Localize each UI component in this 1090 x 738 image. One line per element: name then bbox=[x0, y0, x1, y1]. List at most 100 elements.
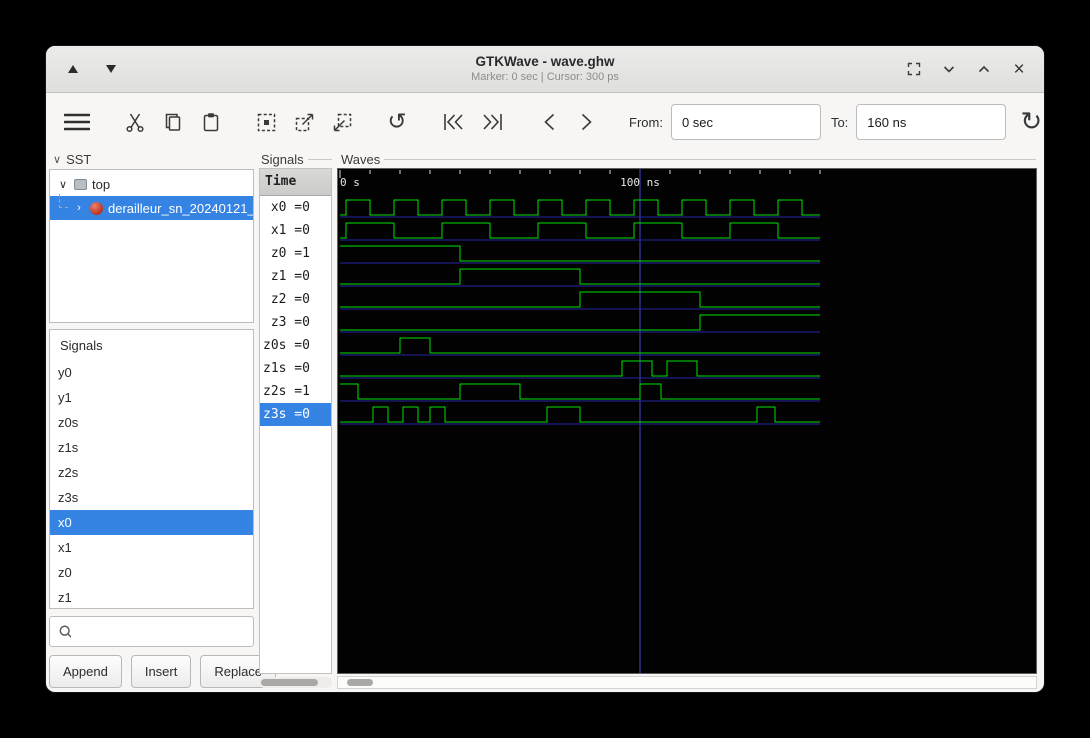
next-edge-button[interactable] bbox=[572, 105, 602, 139]
wave-trace-z2 bbox=[340, 291, 820, 308]
names-rows[interactable]: x0 =0 x1 =0 z0 =1 z1 =0 z2 =0 z3 =0 z0s =… bbox=[260, 196, 331, 426]
signal-list-item-z1[interactable]: z1 bbox=[50, 585, 253, 608]
close-button[interactable]: × bbox=[1010, 58, 1028, 80]
wave-scrollbar-thumb[interactable] bbox=[347, 679, 373, 686]
names-scrollbar[interactable] bbox=[259, 677, 332, 688]
wave-trace-z2s bbox=[340, 383, 820, 400]
wave-panel[interactable]: 0 s 100 ns bbox=[337, 168, 1037, 674]
wave-trace-z0 bbox=[340, 245, 820, 262]
wave-trace-x1 bbox=[340, 222, 820, 239]
wave-trace-z3s bbox=[340, 406, 820, 423]
skip-to-end-icon bbox=[483, 114, 502, 130]
search-icon bbox=[59, 625, 71, 638]
search-box[interactable] bbox=[49, 616, 254, 647]
names-panel: Time x0 =0 x1 =0 z0 =1 z1 =0 z2 =0 z3 =0… bbox=[259, 168, 332, 674]
undo-button[interactable]: ↺ bbox=[382, 105, 412, 139]
entity-icon bbox=[90, 201, 103, 215]
go-to-end-button[interactable] bbox=[477, 105, 509, 139]
search-input[interactable] bbox=[77, 617, 253, 646]
tree-item-label: top bbox=[92, 176, 111, 192]
wave-name-x1[interactable]: x1 =0 bbox=[260, 219, 331, 242]
expander-expanded-icon[interactable]: ∨ bbox=[57, 178, 69, 191]
wave-name-x0[interactable]: x0 =0 bbox=[260, 196, 331, 219]
hamburger-menu-icon bbox=[64, 113, 90, 131]
signal-list-item-z0[interactable]: z0 bbox=[50, 560, 253, 585]
signal-list-header: Signals bbox=[60, 338, 103, 353]
chevron-down-icon: ∨ bbox=[53, 154, 62, 166]
wave-canvas[interactable]: 0 s 100 ns bbox=[338, 169, 1036, 673]
undo-icon: ↺ bbox=[387, 108, 407, 135]
chevron-down-icon bbox=[943, 66, 955, 73]
window-title-area: GTKWave - wave.ghw Marker: 0 sec | Curso… bbox=[471, 54, 619, 85]
wave-scrollbar[interactable] bbox=[337, 676, 1037, 689]
shade-up-button[interactable] bbox=[64, 60, 82, 78]
wave-name-z2s[interactable]: z2s =1 bbox=[260, 380, 331, 403]
signal-list-panel: Signals y0 y1 z0s z1s z2s z3s x0 x1 z0 z1 bbox=[49, 329, 254, 609]
cut-button[interactable] bbox=[120, 105, 150, 139]
signal-list-item-y1[interactable]: y1 bbox=[50, 385, 253, 410]
titlebar-right-controls: × bbox=[905, 46, 1028, 92]
wave-name-z0s[interactable]: z0s =0 bbox=[260, 334, 331, 357]
zoom-fit-button[interactable] bbox=[251, 105, 281, 139]
timeline-zero-label: 0 s bbox=[340, 176, 360, 189]
tree-item-top[interactable]: ∨ top bbox=[50, 172, 253, 196]
signal-list-item-z0s[interactable]: z0s bbox=[50, 410, 253, 435]
from-input[interactable] bbox=[670, 104, 821, 140]
waves-frame-text: Waves bbox=[341, 152, 381, 167]
signal-list-item-z2s[interactable]: z2s bbox=[50, 460, 253, 485]
menu-button[interactable] bbox=[59, 105, 95, 139]
wave-name-z1[interactable]: z1 =0 bbox=[260, 265, 331, 288]
sst-tree[interactable]: ∨ top › derailleur_sn_20240121_ bbox=[49, 169, 254, 323]
titlebar[interactable]: GTKWave - wave.ghw Marker: 0 sec | Curso… bbox=[46, 46, 1044, 93]
zoom-fit-icon bbox=[257, 113, 275, 131]
zoom-in-icon bbox=[295, 113, 313, 131]
paste-button[interactable] bbox=[196, 105, 226, 139]
wave-trace-z1 bbox=[340, 268, 820, 285]
signal-buttons: Append Insert Replace bbox=[49, 655, 277, 688]
zoom-out-icon bbox=[333, 113, 351, 131]
sst-title: SST bbox=[66, 152, 92, 167]
reload-button[interactable]: ↻ bbox=[1014, 105, 1044, 139]
signal-list-item-x1[interactable]: x1 bbox=[50, 535, 253, 560]
tree-item-label: derailleur_sn_20240121_ bbox=[108, 200, 253, 216]
signal-list-item-y0[interactable]: y0 bbox=[50, 360, 253, 385]
go-to-start-button[interactable] bbox=[437, 105, 469, 139]
signals-frame-text: Signals bbox=[261, 152, 304, 167]
insert-button[interactable]: Insert bbox=[130, 655, 192, 688]
gtkwave-window: GTKWave - wave.ghw Marker: 0 sec | Curso… bbox=[45, 45, 1045, 693]
wave-name-z0[interactable]: z0 =1 bbox=[260, 242, 331, 265]
signal-list[interactable]: y0 y1 z0s z1s z2s z3s x0 x1 z0 z1 bbox=[50, 360, 253, 608]
prev-edge-button[interactable] bbox=[534, 105, 564, 139]
wave-name-z2[interactable]: z2 =0 bbox=[260, 288, 331, 311]
signal-list-item-z3s[interactable]: z3s bbox=[50, 485, 253, 510]
close-icon: × bbox=[1013, 58, 1025, 80]
zoom-out-button[interactable] bbox=[327, 105, 357, 139]
time-header[interactable]: Time bbox=[260, 169, 331, 196]
signal-list-item-z1s[interactable]: z1s bbox=[50, 435, 253, 460]
wave-trace-x0 bbox=[340, 199, 820, 216]
copy-icon bbox=[165, 113, 181, 131]
copy-button[interactable] bbox=[158, 105, 188, 139]
append-button[interactable]: Append bbox=[49, 655, 122, 688]
triangle-up-icon bbox=[68, 65, 78, 73]
wave-name-z3s[interactable]: z3s =0 bbox=[260, 403, 331, 426]
sst-expander[interactable]: ∨ SST bbox=[53, 152, 91, 167]
maximize-button[interactable] bbox=[975, 60, 993, 78]
expander-collapsed-icon[interactable]: › bbox=[73, 202, 85, 214]
shade-down-button[interactable] bbox=[102, 60, 120, 78]
signal-list-item-x0[interactable]: x0 bbox=[50, 510, 253, 535]
tree-item-derailleur_sn_20240121_[interactable]: › derailleur_sn_20240121_ bbox=[50, 194, 253, 220]
names-scrollbar-thumb[interactable] bbox=[261, 679, 318, 686]
fullscreen-button[interactable] bbox=[905, 60, 923, 78]
to-label: To: bbox=[830, 114, 849, 130]
wave-name-z1s[interactable]: z1s =0 bbox=[260, 357, 331, 380]
chevron-right-icon bbox=[581, 113, 592, 131]
from-label: From: bbox=[629, 114, 663, 130]
wave-name-z3[interactable]: z3 =0 bbox=[260, 311, 331, 334]
minimize-button[interactable] bbox=[940, 60, 958, 78]
window-title: GTKWave - wave.ghw bbox=[475, 53, 615, 69]
zoom-in-button[interactable] bbox=[289, 105, 319, 139]
to-input[interactable] bbox=[856, 104, 1007, 140]
window-status: Marker: 0 sec | Cursor: 300 ps bbox=[471, 70, 619, 83]
tree-guide-line bbox=[59, 194, 68, 208]
